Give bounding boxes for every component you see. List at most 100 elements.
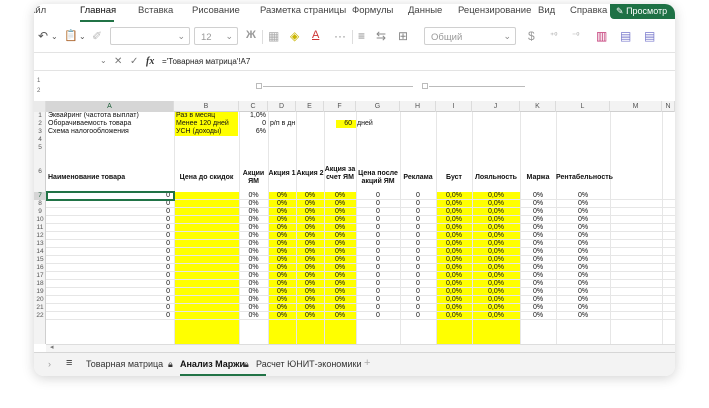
param-turnover-value[interactable]: Менее 120 дней [174,120,231,128]
cell-loyalty[interactable]: 0,0% [472,248,520,256]
cell-profitability[interactable]: 0% [556,304,610,312]
cell-price-after[interactable]: 0 [356,256,400,264]
cell-ym-promo[interactable]: 0% [239,208,268,216]
cell-promo-1[interactable]: 0% [268,208,296,216]
undo-icon[interactable]: ↶ [38,29,48,43]
cell-ads[interactable]: 0 [400,232,436,240]
cell-boost[interactable]: 0,0% [436,304,472,312]
cell-price-after[interactable]: 0 [356,232,400,240]
increase-decimal-icon[interactable]: ⁺⁰ [550,31,557,40]
column-header-j[interactable]: J [472,101,520,112]
row-header[interactable]: 1 [34,112,46,120]
cell-promo-2[interactable]: 0% [296,224,324,232]
cell-profitability[interactable]: 0% [556,232,610,240]
cell-loyalty[interactable]: 0,0% [472,224,520,232]
cell-margin[interactable]: 0% [520,224,556,232]
column-header-m[interactable]: M [610,101,662,112]
cell-loyalty[interactable]: 0,0% [472,312,520,320]
currency-button[interactable]: $ [528,29,535,43]
enter-icon[interactable]: ✓ [130,56,138,67]
cell-ym-funded[interactable]: 0% [324,272,356,280]
cell-ads[interactable]: 0 [400,272,436,280]
cell-price-after[interactable]: 0 [356,304,400,312]
wrap-text-icon[interactable]: ⇆ [376,29,386,43]
cell-ym-promo[interactable]: 0% [239,248,268,256]
cell-promo-2[interactable]: 0% [296,216,324,224]
cell-margin[interactable]: 0% [520,288,556,296]
cell-ym-funded[interactable]: 0% [324,312,356,320]
menu-help[interactable]: Справка [570,5,607,16]
param-turnover-days[interactable]: 60 [324,120,354,128]
cell-boost[interactable]: 0,0% [436,192,472,200]
cell-profitability[interactable]: 0% [556,248,610,256]
cell-loyalty[interactable]: 0,0% [472,200,520,208]
cell-product-name[interactable]: 0 [46,280,172,288]
cell-promo-1[interactable]: 0% [268,216,296,224]
cell-margin[interactable]: 0% [520,296,556,304]
cell-ads[interactable]: 0 [400,304,436,312]
row-header[interactable]: 11 [34,224,46,232]
cell-ym-funded[interactable]: 0% [324,280,356,288]
cell-ads[interactable]: 0 [400,192,436,200]
sheet-grid[interactable]: Эквайринг (частота выплат) Раз в месяц 1… [46,112,675,344]
cell-price-after[interactable]: 0 [356,224,400,232]
fx-button[interactable]: fx [146,56,154,67]
cell-loyalty[interactable]: 0,0% [472,208,520,216]
cell-product-name[interactable]: 0 [46,200,172,208]
cell-promo-2[interactable]: 0% [296,288,324,296]
cell-boost[interactable]: 0,0% [436,232,472,240]
row-header[interactable]: 8 [34,200,46,208]
cell-promo-1[interactable]: 0% [268,272,296,280]
cell-promo-2[interactable]: 0% [296,208,324,216]
font-size-select[interactable]: 12 ⌄ [194,27,238,45]
cell-ym-promo[interactable]: 0% [239,304,268,312]
cell-price-after[interactable]: 0 [356,272,400,280]
cell-boost[interactable]: 0,0% [436,248,472,256]
row-header[interactable]: 21 [34,304,46,312]
row-header[interactable]: 14 [34,248,46,256]
cell-profitability[interactable]: 0% [556,208,610,216]
cell-ym-promo[interactable]: 0% [239,312,268,320]
cell-ads[interactable]: 0 [400,208,436,216]
cell-profitability[interactable]: 0% [556,296,610,304]
sheet-tab-margin-analysis[interactable]: Анализ Маржи [180,359,245,369]
cell-promo-1[interactable]: 0% [268,200,296,208]
column-header-c[interactable]: C [239,101,268,112]
cell-product-name[interactable]: 0 [46,240,172,248]
font-color-button[interactable]: A [312,29,319,41]
borders-icon[interactable]: ▦ [268,29,279,43]
cell-promo-1[interactable]: 0% [268,304,296,312]
cell-ads[interactable]: 0 [400,240,436,248]
cell-price-after[interactable]: 0 [356,240,400,248]
menu-view[interactable]: Вид [538,5,555,16]
cell-margin[interactable]: 0% [520,208,556,216]
cell-product-name[interactable]: 0 [46,288,172,296]
cell-price-after[interactable]: 0 [356,296,400,304]
row-header[interactable]: 17 [34,272,46,280]
row-header[interactable]: 13 [34,240,46,248]
cell-margin[interactable]: 0% [520,248,556,256]
number-format-select[interactable]: Общий ⌄ [424,27,516,45]
cell-ym-promo[interactable]: 0% [239,272,268,280]
cell-loyalty[interactable]: 0,0% [472,216,520,224]
row-header[interactable]: 15 [34,256,46,264]
cell-promo-2[interactable]: 0% [296,272,324,280]
cell-price-after[interactable]: 0 [356,248,400,256]
cell-ym-promo[interactable]: 0% [239,216,268,224]
cell-promo-1[interactable]: 0% [268,240,296,248]
cell-margin[interactable]: 0% [520,200,556,208]
row-header[interactable]: 22 [34,312,46,320]
cell-ym-funded[interactable]: 0% [324,216,356,224]
align-icon[interactable]: ≡ [358,29,365,43]
cell-product-name[interactable]: 0 [46,216,172,224]
cell-promo-1[interactable]: 0% [268,288,296,296]
cell-ads[interactable]: 0 [400,256,436,264]
cell-product-name[interactable]: 0 [46,232,172,240]
add-sheet-button[interactable]: + [364,357,370,369]
horizontal-scrollbar[interactable]: ◂ [46,344,675,352]
conditional-format-icon[interactable]: ▥ [596,29,607,43]
column-header-k[interactable]: K [520,101,556,112]
cell-promo-2[interactable]: 0% [296,256,324,264]
column-header-d[interactable]: D [268,101,296,112]
cell-price-after[interactable]: 0 [356,200,400,208]
